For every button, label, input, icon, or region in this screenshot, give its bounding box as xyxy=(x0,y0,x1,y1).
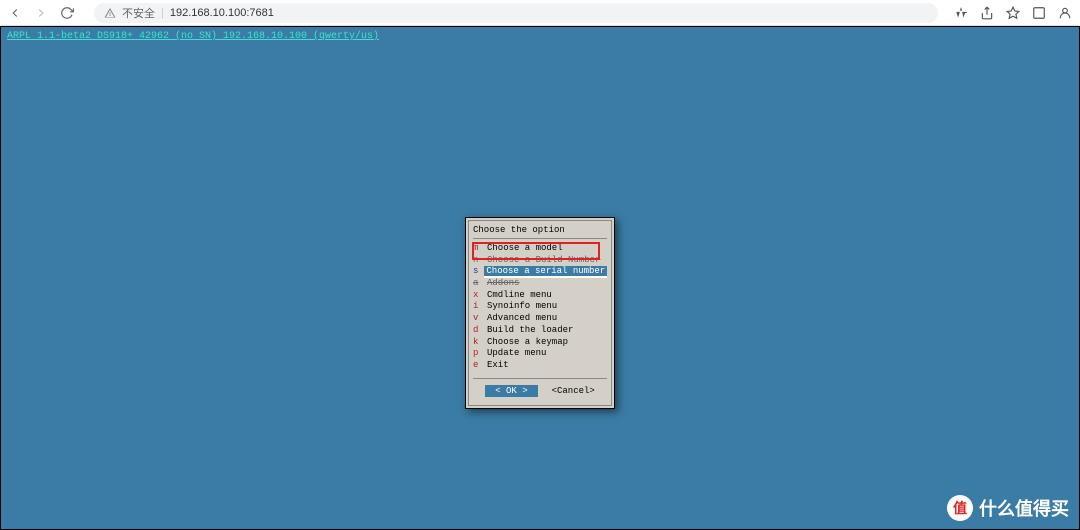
menu-key: d xyxy=(473,325,481,337)
browser-chrome: 不安全 | 192.168.10.100:7681 xyxy=(0,0,1080,26)
menu-key: n xyxy=(473,255,481,267)
chrome-toolbar-icons xyxy=(954,6,1072,20)
address-bar[interactable]: 不安全 | 192.168.10.100:7681 xyxy=(94,3,938,23)
menu-label: Choose a model xyxy=(487,243,563,255)
ok-button[interactable]: < OK > xyxy=(485,385,537,397)
reload-icon[interactable] xyxy=(60,6,74,20)
menu-label: Synoinfo menu xyxy=(487,301,557,313)
menu-key: m xyxy=(473,243,481,255)
menu-key: a xyxy=(473,278,481,290)
nav-buttons xyxy=(8,6,74,20)
menu-label: Advanced menu xyxy=(487,313,557,325)
menu-item-addons[interactable]: a Addons xyxy=(473,278,607,290)
forward-icon[interactable] xyxy=(34,6,48,20)
menu-key: s xyxy=(473,266,478,278)
watermark-badge-icon: 值 xyxy=(947,495,973,521)
insecure-warning-icon xyxy=(104,7,116,19)
terminal-viewport: ARPL 1.1-beta2 DS918+ 42962 (no SN) 192.… xyxy=(0,26,1080,530)
menu-key: k xyxy=(473,337,481,349)
star-icon[interactable] xyxy=(1006,6,1020,20)
menu-label: Choose a keymap xyxy=(487,337,568,349)
menu-label: Addons xyxy=(487,278,519,290)
menu-key: v xyxy=(473,313,481,325)
cancel-button[interactable]: <Cancel> xyxy=(552,385,595,397)
menu-item-cmdline[interactable]: x Cmdline menu xyxy=(473,290,607,302)
terminal-statusline: ARPL 1.1-beta2 DS918+ 42962 (no SN) 192.… xyxy=(1,27,1079,46)
menu-item-keymap[interactable]: k Choose a keymap xyxy=(473,337,607,349)
option-dialog: Choose the option mChoose a model nChoos… xyxy=(465,217,615,409)
menu-item-build-loader[interactable]: d Build the loader xyxy=(473,325,607,337)
menu-list: m Choose a model n Choose a Build Number s… xyxy=(473,243,607,372)
translate-icon[interactable] xyxy=(954,6,968,20)
menu-item-synoinfo[interactable]: i Synoinfo menu xyxy=(473,301,607,313)
watermark-text: 什么值得买 xyxy=(979,495,1069,521)
menu-item-model[interactable]: m Choose a model xyxy=(473,243,607,255)
url-separator: | xyxy=(161,7,164,19)
watermark: 值 什么值得买 xyxy=(947,495,1069,521)
dialog-title: Choose the option xyxy=(473,225,607,235)
menu-item-update[interactable]: p Update menu xyxy=(473,348,607,360)
extensions-icon[interactable] xyxy=(1032,6,1046,20)
dialog-separator xyxy=(473,238,607,239)
menu-label: Exit xyxy=(487,360,509,372)
share-icon[interactable] xyxy=(980,6,994,20)
menu-item-build[interactable]: n Choose a Build Number xyxy=(473,255,607,267)
menu-key: p xyxy=(473,348,481,360)
menu-label-selected: Choose a serial number xyxy=(484,266,607,276)
menu-item-advanced[interactable]: v Advanced menu xyxy=(473,313,607,325)
dialog-buttons: < OK > <Cancel> xyxy=(473,378,607,401)
menu-item-exit[interactable]: e Exit xyxy=(473,360,607,372)
menu-key: e xyxy=(473,360,481,372)
menu-label: Choose a Build Number xyxy=(487,255,600,267)
url-text: 192.168.10.100:7681 xyxy=(170,7,274,19)
profile-icon[interactable] xyxy=(1058,6,1072,20)
menu-label: Update menu xyxy=(487,348,546,360)
menu-key: i xyxy=(473,301,481,313)
menu-key: x xyxy=(473,290,481,302)
menu-item-serial[interactable]: s Choose a serial number xyxy=(473,266,607,278)
back-icon[interactable] xyxy=(8,6,22,20)
insecure-label: 不安全 xyxy=(122,5,155,21)
menu-label: Cmdline menu xyxy=(487,290,552,302)
menu-label: Build the loader xyxy=(487,325,573,337)
